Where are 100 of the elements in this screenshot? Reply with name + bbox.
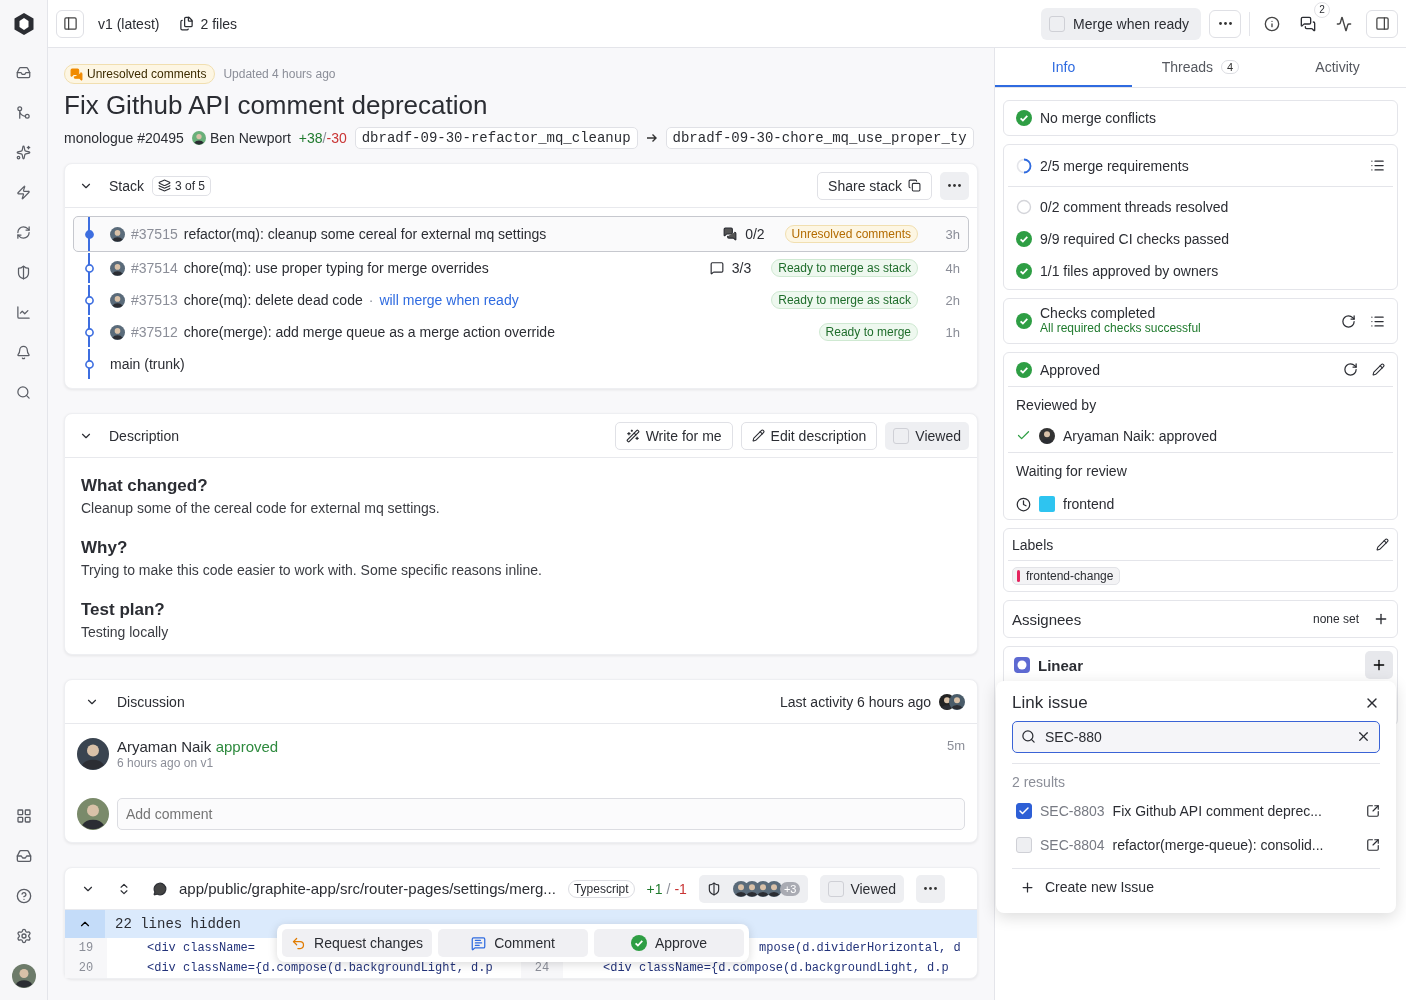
pr-title: chore(mq): delete dead code [183,292,363,308]
checkbox[interactable] [1016,803,1032,819]
list-icon[interactable] [1370,313,1385,329]
status-text: Checks completed [1040,306,1157,321]
edit-description-button[interactable]: Edit description [740,421,878,450]
add-icon[interactable] [1373,611,1389,627]
merge-when-ready-button[interactable]: Merge when ready [1041,7,1201,40]
version-selector[interactable]: v1 (latest) [92,15,166,32]
avatar-icon [11,964,36,988]
separator: / [666,880,671,897]
pr-number: #37512 [131,324,178,340]
files-link[interactable]: 2 files [173,15,244,32]
add-button[interactable] [1365,651,1393,679]
panel-toggle-button[interactable] [1366,9,1398,38]
pencil-icon [751,429,765,442]
more-icon [948,184,961,187]
refresh-icon[interactable] [1343,362,1358,377]
issue-result[interactable]: SEC-8803 Fix Github API comment deprec... [1012,794,1380,828]
stack-item[interactable]: #37512 chore(merge): add merge queue as a merge action override Ready to merge 1h [73,316,969,348]
write-for-me-button[interactable]: Write for me [614,421,733,450]
repo-link[interactable]: monologue #20495 [64,130,184,146]
sidebar-toggle-button[interactable] [56,9,84,38]
comment-meta: 6 hours ago on v1 [117,756,215,770]
external-link-icon[interactable] [1366,838,1380,852]
review-action: approved [215,738,279,755]
plus-icon [1371,657,1387,673]
issue-title: Fix Github API comment deprec... [1112,803,1322,819]
stack-node-icon [84,327,94,337]
tab[interactable]: Info [995,48,1132,87]
review-button[interactable]: Approve [594,929,744,957]
issue-id: SEC-8804 [1040,837,1105,853]
requirement-text: 9/9 required CI checks passed [1040,231,1230,247]
avatar-icon [110,292,125,308]
author-name[interactable]: Ben Newport [209,130,291,146]
stack-count-badge: 3 of 5 [152,175,212,196]
additions-count: +1 [646,880,663,897]
results-count: 2 results [1012,774,1066,790]
logo-icon[interactable] [11,12,36,36]
issue-result[interactable]: SEC-8804 refactor(merge-queue): consolid... [1012,828,1380,862]
avatar-icon [77,738,109,770]
arrow-icon [645,132,658,144]
layers-icon [158,179,171,192]
last-activity: Last activity 6 hours ago [780,693,931,710]
deletions-count: -30 [326,130,347,146]
more-button[interactable] [940,171,969,200]
additions-count: +38 [298,130,323,146]
issue-title: refactor(merge-queue): consolid... [1112,837,1324,853]
tab[interactable]: Threads 4 [1132,48,1269,87]
comment-field[interactable]: Add comment [117,798,965,830]
section-text: Cleanup some of the cereal code for external mq settings. [81,500,441,516]
stack-item[interactable]: #37514 chore(mq): use proper typing for merge overrides 3/3 Ready to merge as stack 4h [73,252,969,284]
comment-count: 0/2 [745,226,765,242]
avatar-icon [765,880,782,897]
section-title: Stack [109,177,144,194]
stack-node-icon [84,359,94,369]
author-name[interactable]: Aryaman Naik [117,738,212,755]
create-issue-button[interactable]: Create new Issue [1012,869,1380,905]
merge-note-link[interactable]: will merge when ready [379,292,519,308]
hidden-lines-label[interactable]: 22 lines hidden [115,916,242,932]
shield-icon [706,881,721,896]
review-button[interactable]: Comment [438,929,588,957]
linear-logo-icon [1014,657,1030,673]
clear-icon[interactable] [1356,729,1371,744]
pr-number: #37513 [131,292,178,308]
more-button[interactable] [916,874,946,903]
section-title: Description [109,427,180,444]
branch-name[interactable]: dbradf-09-30-chore_mq_use_proper_ty [665,127,974,149]
comment-count: 3/3 [731,260,752,276]
status-badge: Unresolved comments [784,225,918,243]
refresh-icon[interactable] [1341,313,1356,329]
share-stack-button[interactable]: Share stack [817,171,932,200]
viewed-button[interactable]: Viewed [885,421,969,450]
stack-item[interactable]: #37513 chore(mq): delete dead code · will merge when ready Ready to merge as stack 2h [73,284,969,316]
status-text: 2/5 merge requirements [1040,157,1189,174]
sidebar-icon [62,16,78,31]
edit-icon[interactable] [1376,538,1389,551]
separator: · [368,292,374,308]
plus-icon [1020,879,1035,895]
avatar-icon [110,260,125,276]
more-icon [1218,22,1232,25]
branch-name[interactable]: dbradf-09-30-refactor_mq_cleanup [354,127,638,149]
issue-id: SEC-8803 [1040,803,1105,819]
card-title: Labels [1012,536,1054,553]
list-icon[interactable] [1370,158,1385,173]
requirement-text: 1/1 files approved by owners [1040,263,1219,279]
tab[interactable]: Activity [1269,48,1406,87]
avatar-icon [110,226,125,242]
clock-icon [1016,496,1031,512]
code-line: <div className= [147,940,256,957]
review-button[interactable]: Request changes [282,929,432,957]
threads-icon[interactable] [1300,15,1316,32]
edit-icon[interactable] [1372,363,1385,376]
external-link-icon[interactable] [1366,804,1380,818]
search-field[interactable]: SEC-880 [1012,721,1380,753]
stack-item[interactable]: #37515 refactor(mq): cleanup some cereal for external mq settings 0/2 Unresolved comments 3h [73,216,969,252]
code-line: <div className={d.compose(d.backgroundLight, d.p [603,960,949,977]
comment-icon[interactable] [153,881,167,896]
age-label: 1h [944,324,960,340]
more-button[interactable] [1209,9,1241,38]
viewed-button[interactable]: Viewed [820,874,905,903]
